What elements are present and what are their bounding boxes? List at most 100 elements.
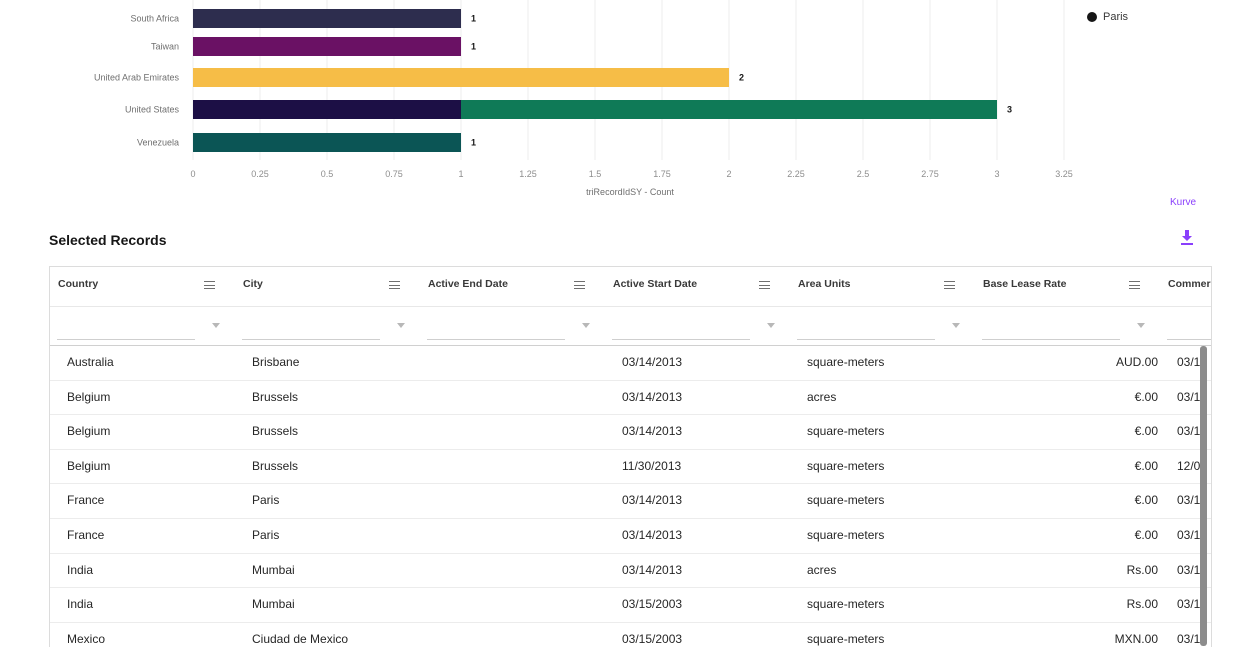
table-cell: square-meters	[807, 355, 885, 369]
filter-dropdown-icon[interactable]	[582, 323, 590, 328]
table-cell: 03/1	[1177, 493, 1201, 508]
column-menu-icon[interactable]	[944, 281, 955, 290]
table-cell: India	[67, 562, 94, 577]
table-cell: Rs.00	[1126, 562, 1158, 577]
bar-value-label: 1	[471, 138, 476, 148]
column-header[interactable]: Base Lease Rate	[975, 267, 1160, 306]
bar-chart: South Africa 1 Taiwan 1 United Arab Emirates…	[94, 0, 1073, 197]
column-menu-icon[interactable]	[574, 281, 585, 290]
kurve-link[interactable]: Kurve	[1170, 197, 1196, 208]
table-cell: 12/0	[1177, 458, 1201, 473]
table-cell: France	[67, 527, 105, 542]
records-table: Country City Active End Date Active Start D…	[49, 266, 1212, 647]
table-cell: Belgium	[67, 458, 111, 473]
bar-value-label: 1	[471, 42, 476, 52]
filter-input[interactable]	[427, 315, 565, 340]
bar-segment[interactable]	[193, 100, 461, 119]
table-cell: AUD.00	[1115, 355, 1158, 369]
filter-input[interactable]	[797, 315, 935, 340]
chart-legend[interactable]: Paris	[1087, 11, 1128, 23]
x-tick-label: 0.5	[321, 169, 334, 179]
filter-dropdown-icon[interactable]	[952, 323, 960, 328]
table-cell: Paris	[252, 493, 280, 508]
table-row[interactable]: Belgium Brussels 03/14/2013 square-meters €.…	[50, 415, 1211, 450]
table-cell: 03/15/2003	[622, 631, 683, 646]
table-row[interactable]: Belgium Brussels 03/14/2013 acres €.00 03/1	[50, 381, 1211, 416]
table-cell: acres	[807, 389, 837, 404]
column-header[interactable]: Commer	[1160, 267, 1211, 306]
table-cell: 11/30/2013	[622, 458, 682, 473]
x-tick-label: 3.25	[1055, 169, 1073, 179]
table-cell: €.00	[1134, 458, 1158, 473]
x-tick-label: 3	[994, 169, 999, 179]
table-cell: 03/1	[1177, 597, 1201, 612]
download-icon[interactable]	[1180, 229, 1194, 247]
bar-segment[interactable]	[193, 133, 461, 152]
table-cell: Belgium	[67, 424, 111, 439]
table-cell: Paris	[252, 527, 280, 542]
column-menu-icon[interactable]	[204, 281, 215, 290]
x-tick-label: 0	[190, 169, 195, 179]
column-header-label: Base Lease Rate	[983, 278, 1067, 290]
column-menu-icon[interactable]	[759, 281, 770, 290]
bar-segment[interactable]	[193, 37, 461, 56]
filter-input[interactable]	[612, 315, 750, 340]
table-cell: acres	[807, 562, 837, 577]
x-tick-label: 1	[458, 169, 463, 179]
bar-segment[interactable]	[461, 100, 997, 119]
table-cell: Brussels	[252, 458, 299, 473]
category-label: United States	[125, 105, 180, 115]
table-row[interactable]: Belgium Brussels 11/30/2013 square-meters €.…	[50, 450, 1211, 485]
filter-dropdown-icon[interactable]	[767, 323, 775, 328]
column-header[interactable]: Active End Date	[420, 267, 605, 306]
table-cell: 03/1	[1177, 355, 1201, 369]
bar-segment[interactable]	[193, 9, 461, 28]
column-filter	[975, 307, 1160, 345]
filter-dropdown-icon[interactable]	[212, 323, 220, 328]
filter-dropdown-icon[interactable]	[1137, 323, 1145, 328]
table-cell: square-meters	[807, 424, 885, 439]
table-row[interactable]: India Mumbai 03/14/2013 acres Rs.00 03/1	[50, 554, 1211, 589]
table-cell: 03/1	[1177, 631, 1201, 646]
x-tick-label: 0.75	[385, 169, 403, 179]
table-row[interactable]: Mexico Ciudad de Mexico 03/15/2003 square-m…	[50, 623, 1211, 647]
table-body: Australia Brisbane 03/14/2013 square-meters…	[50, 346, 1211, 647]
table-cell: France	[67, 493, 105, 508]
x-tick-label: 2.75	[921, 169, 939, 179]
bar-value-label: 1	[471, 14, 476, 24]
table-cell: 03/14/2013	[622, 562, 683, 577]
column-header-label: Active Start Date	[613, 278, 698, 290]
legend-label: Paris	[1103, 11, 1129, 23]
column-header[interactable]: Country	[50, 267, 235, 306]
column-menu-icon[interactable]	[389, 281, 400, 290]
table-cell: €.00	[1134, 424, 1158, 439]
x-tick-label: 0.25	[251, 169, 269, 179]
filter-input[interactable]	[982, 315, 1120, 340]
bar-value-label: 2	[739, 73, 744, 83]
column-menu-icon[interactable]	[1129, 281, 1140, 290]
filter-input[interactable]	[57, 315, 195, 340]
column-header-label: Commer	[1168, 278, 1211, 290]
column-filter	[605, 307, 790, 345]
table-row[interactable]: India Mumbai 03/15/2003 square-meters Rs.00 0…	[50, 588, 1211, 623]
column-filter	[50, 307, 235, 345]
table-row[interactable]: France Paris 03/14/2013 square-meters €.00 03…	[50, 484, 1211, 519]
filter-input[interactable]	[242, 315, 380, 340]
table-cell: Rs.00	[1126, 597, 1158, 612]
table-row[interactable]: Australia Brisbane 03/14/2013 square-meters…	[50, 346, 1211, 381]
column-header[interactable]: Active Start Date	[605, 267, 790, 306]
filter-dropdown-icon[interactable]	[397, 323, 405, 328]
table-cell: Mumbai	[252, 562, 295, 577]
bar-segment[interactable]	[193, 68, 729, 87]
table-cell: 03/1	[1177, 424, 1201, 439]
table-scrollbar[interactable]	[1200, 346, 1207, 646]
column-header[interactable]: Area Units	[790, 267, 975, 306]
table-cell: square-meters	[807, 458, 885, 473]
column-header-label: City	[243, 278, 263, 290]
table-cell: square-meters	[807, 493, 885, 508]
column-header[interactable]: City	[235, 267, 420, 306]
filter-input[interactable]	[1167, 315, 1211, 340]
table-cell: India	[67, 597, 94, 612]
table-cell: 03/1	[1177, 527, 1201, 542]
table-row[interactable]: France Paris 03/14/2013 square-meters €.00 03…	[50, 519, 1211, 554]
